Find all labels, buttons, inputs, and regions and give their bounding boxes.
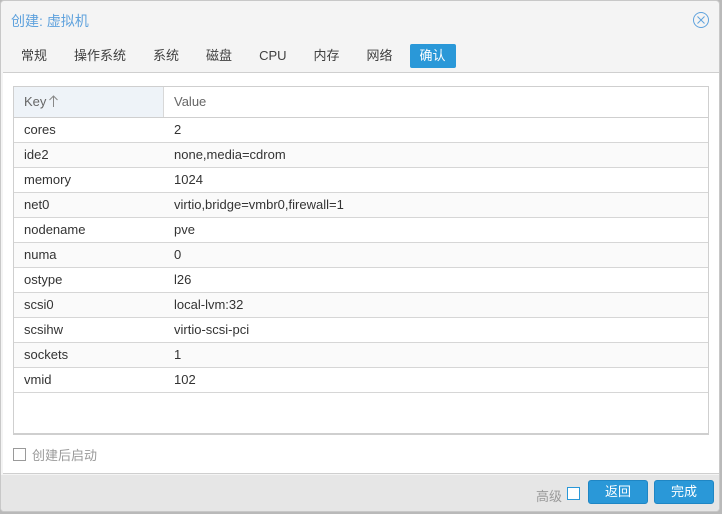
start-after-created-label: 创建后启动: [32, 448, 98, 463]
tab-cpu[interactable]: CPU: [249, 44, 296, 68]
tab-memory[interactable]: 内存: [304, 44, 350, 68]
confirm-panel: Key Value cores 2 ide2 none,media=cdrom me…: [3, 72, 719, 474]
row-value: l26: [174, 272, 192, 287]
row-key: scsihw: [24, 322, 64, 337]
advanced-checkbox[interactable]: [567, 487, 580, 500]
tab-confirm[interactable]: 确认: [409, 44, 456, 68]
row-value: none,media=cdrom: [174, 147, 286, 162]
table-row[interactable]: sockets 1: [14, 343, 708, 368]
table-row[interactable]: nodename pve: [14, 218, 708, 243]
column-header-key-label: Key: [24, 94, 47, 109]
row-key: sockets: [24, 347, 69, 362]
start-after-created-option[interactable]: 创建后启动: [13, 445, 97, 464]
table-row[interactable]: cores 2: [14, 118, 708, 143]
row-value: 102: [174, 372, 196, 387]
sort-ascending-icon: [49, 88, 59, 118]
row-value: 1: [174, 347, 182, 362]
row-value: 2: [174, 122, 182, 137]
tab-general[interactable]: 常规: [11, 44, 57, 68]
tab-network[interactable]: 网络: [357, 44, 403, 68]
row-value: virtio,bridge=vmbr0,firewall=1: [174, 197, 344, 212]
grid-body: cores 2 ide2 none,media=cdrom memory 1024 n…: [14, 118, 708, 393]
column-header-key[interactable]: Key: [14, 87, 164, 117]
row-key: ostype: [24, 272, 63, 287]
table-row[interactable]: net0 virtio,bridge=vmbr0,firewall=1: [14, 193, 708, 218]
create-vm-dialog: 创建: 虚拟机 常规 操作系统 系统 磁盘 CPU 内存 网络 确认 Key V…: [0, 0, 720, 512]
table-row[interactable]: vmid 102: [14, 368, 708, 393]
row-key: memory: [24, 172, 71, 187]
column-header-value[interactable]: Value: [164, 87, 708, 117]
row-key: nodename: [24, 222, 86, 237]
row-value: local-lvm:32: [174, 297, 244, 312]
row-key: net0: [24, 197, 50, 212]
wizard-tabs: 常规 操作系统 系统 磁盘 CPU 内存 网络 确认: [11, 44, 463, 68]
advanced-label: 高级: [536, 489, 563, 504]
close-icon: [697, 16, 705, 24]
table-row[interactable]: memory 1024: [14, 168, 708, 193]
finish-button[interactable]: 完成: [654, 480, 714, 504]
row-key: cores: [24, 122, 56, 137]
row-value: 1024: [174, 172, 203, 187]
table-row[interactable]: scsihw virtio-scsi-pci: [14, 318, 708, 343]
row-value: pve: [174, 222, 195, 237]
row-value: 0: [174, 247, 182, 262]
table-row[interactable]: numa 0: [14, 243, 708, 268]
dialog-titlebar: 创建: 虚拟机: [1, 1, 719, 39]
table-row[interactable]: ostype l26: [14, 268, 708, 293]
dialog-title: 创建: 虚拟机: [11, 13, 89, 29]
grid-header: Key Value: [14, 87, 708, 118]
start-after-created-checkbox[interactable]: [13, 448, 26, 461]
back-button[interactable]: 返回: [588, 480, 648, 504]
table-row[interactable]: ide2 none,media=cdrom: [14, 143, 708, 168]
table-row[interactable]: scsi0 local-lvm:32: [14, 293, 708, 318]
tab-os[interactable]: 操作系统: [64, 44, 136, 68]
row-key: ide2: [24, 147, 49, 162]
summary-grid: Key Value cores 2 ide2 none,media=cdrom me…: [13, 86, 709, 435]
row-key: numa: [24, 247, 57, 262]
tab-system[interactable]: 系统: [143, 44, 189, 68]
row-key: vmid: [24, 372, 52, 387]
close-button[interactable]: [693, 12, 709, 28]
row-value: virtio-scsi-pci: [174, 322, 250, 337]
tab-disk[interactable]: 磁盘: [196, 44, 242, 68]
row-key: scsi0: [24, 297, 54, 312]
dialog-footer: 高级 返回 完成: [1, 475, 719, 511]
